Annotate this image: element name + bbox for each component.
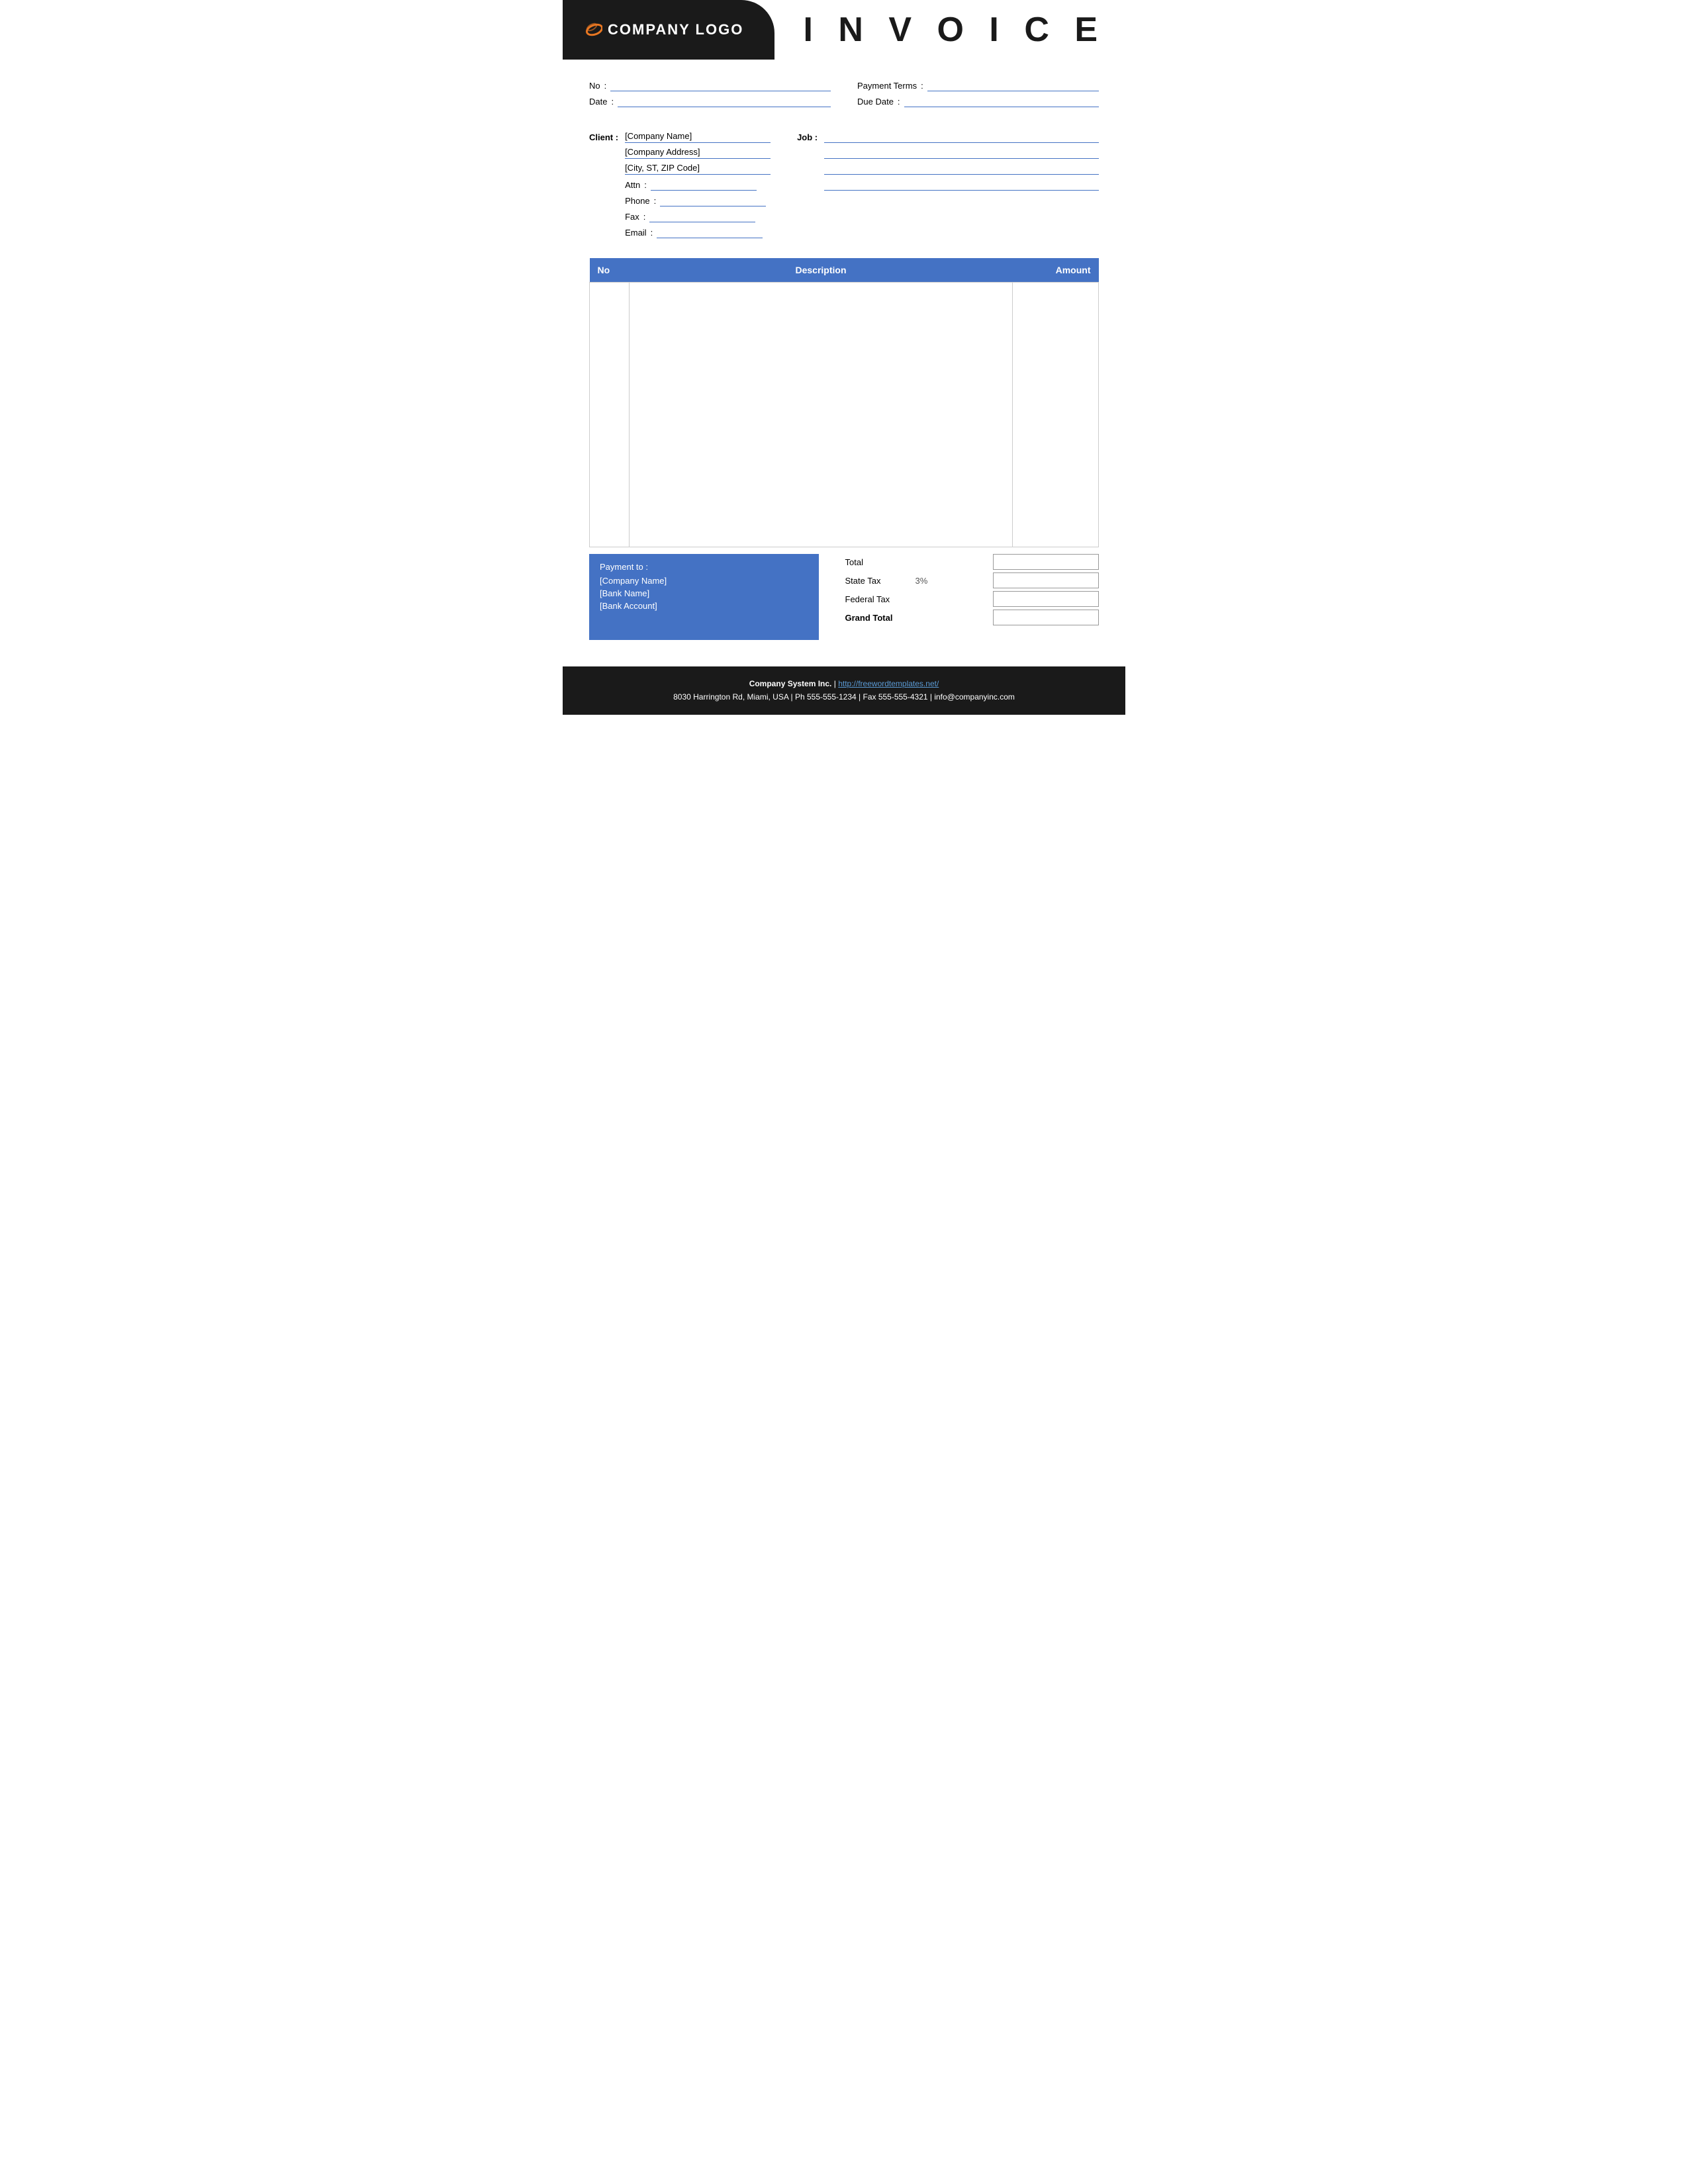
info-row-2: Date : Due Date :: [589, 95, 1099, 107]
client-fields: [Company Name] [Company Address] [City, …: [625, 131, 771, 238]
job-line-1: [824, 131, 1099, 143]
client-block: Client : [Company Name] [Company Address…: [589, 131, 771, 238]
no-field: No :: [589, 79, 831, 91]
date-field: Date :: [589, 95, 831, 107]
job-block: Job :: [797, 131, 1099, 238]
footer-section: Payment to : [Company Name] [Bank Name] …: [589, 554, 1099, 640]
federal-tax-value-box: [993, 591, 1099, 607]
row-amount: [1013, 283, 1099, 547]
state-tax-row: State Tax 3%: [845, 572, 1100, 588]
job-line-3: [824, 163, 1099, 175]
client-company-name-row: [Company Name]: [625, 131, 771, 143]
info-section: No : Payment Terms : Date : Due Date :: [563, 60, 1125, 124]
job-label: Job :: [797, 131, 818, 238]
client-address-row: [Company Address]: [625, 147, 771, 159]
footer-line-2: 8030 Harrington Rd, Miami, USA | Ph 555-…: [576, 690, 1112, 704]
table-header-row: No Description Amount: [590, 258, 1099, 283]
client-attn-row: Attn :: [625, 179, 771, 191]
total-row: Total: [845, 554, 1100, 570]
grand-total-value-box: [993, 610, 1099, 625]
no-colon: :: [604, 81, 607, 91]
payment-terms-label: Payment Terms: [857, 81, 917, 91]
info-row-1: No : Payment Terms :: [589, 79, 1099, 91]
page-header: COMPANY LOGO I N V O I C E: [563, 0, 1125, 60]
client-email-colon: :: [651, 228, 653, 238]
col-amount-header: Amount: [1013, 258, 1099, 283]
totals-block: Total State Tax 3% Federal Tax Grand Tot…: [845, 554, 1100, 625]
due-date-label: Due Date: [857, 97, 894, 107]
client-city-row: [City, ST, ZIP Code]: [625, 163, 771, 175]
client-fax-row: Fax :: [625, 210, 771, 222]
table-row: [590, 283, 1099, 547]
federal-tax-row: Federal Tax: [845, 591, 1100, 607]
payment-block: Payment to : [Company Name] [Bank Name] …: [589, 554, 819, 640]
job-line-2: [824, 147, 1099, 159]
payment-account: [Bank Account]: [600, 601, 808, 611]
client-address-line: [Company Address]: [625, 147, 771, 159]
client-fax-colon: :: [643, 212, 646, 222]
due-date-colon: :: [898, 97, 900, 107]
client-phone-row: Phone :: [625, 195, 771, 206]
client-attn-label: Attn: [625, 180, 640, 190]
state-tax-label: State Tax: [845, 576, 912, 586]
footer-website[interactable]: http://freewordtemplates.net/: [838, 679, 939, 688]
client-phone-value: [660, 195, 766, 206]
client-phone-colon: :: [654, 196, 657, 206]
client-city-line: [City, ST, ZIP Code]: [625, 163, 771, 175]
payment-terms-colon: :: [921, 81, 923, 91]
no-value-line: [610, 79, 831, 91]
page-footer: Company System Inc. | http://freewordtem…: [563, 666, 1125, 715]
state-tax-value-box: [993, 572, 1099, 588]
client-job-section: Client : [Company Name] [Company Address…: [563, 124, 1125, 251]
footer-company: Company System Inc.: [749, 679, 832, 688]
state-tax-pct: 3%: [915, 576, 928, 586]
client-attn-value: [651, 179, 757, 191]
date-colon: :: [611, 97, 614, 107]
client-company-name-line: [Company Name]: [625, 131, 771, 143]
no-label: No: [589, 81, 600, 91]
col-desc-header: Description: [630, 258, 1013, 283]
invoice-table: No Description Amount: [589, 258, 1099, 547]
client-attn-colon: :: [644, 180, 647, 190]
client-fax-value: [649, 210, 755, 222]
total-value-box: [993, 554, 1099, 570]
logo-swoosh-icon: [576, 21, 602, 39]
client-phone-label: Phone: [625, 196, 650, 206]
date-value-line: [618, 95, 831, 107]
client-fax-label: Fax: [625, 212, 639, 222]
invoice-title-block: I N V O I C E: [774, 0, 1125, 60]
state-tax-label-row: State Tax 3%: [845, 576, 931, 586]
logo-text: COMPANY LOGO: [576, 21, 743, 39]
grand-total-row: Grand Total: [845, 610, 1100, 625]
due-date-value-line: [904, 95, 1099, 107]
job-line-4: [824, 179, 1099, 191]
payment-bank: [Bank Name]: [600, 588, 808, 598]
total-label: Total: [845, 557, 912, 567]
federal-tax-label: Federal Tax: [845, 594, 912, 604]
payment-title: Payment to :: [600, 562, 808, 572]
client-label: Client :: [589, 131, 618, 238]
logo-block: COMPANY LOGO: [563, 0, 774, 60]
client-email-label: Email: [625, 228, 647, 238]
row-desc: [630, 283, 1013, 547]
payment-terms-value-line: [927, 79, 1099, 91]
footer-line-1: Company System Inc. | http://freewordtem…: [576, 677, 1112, 690]
invoice-title: I N V O I C E: [804, 10, 1106, 50]
due-date-field: Due Date :: [857, 95, 1099, 107]
table-header: No Description Amount: [590, 258, 1099, 283]
payment-company: [Company Name]: [600, 576, 808, 586]
grand-total-label: Grand Total: [845, 613, 912, 623]
date-label: Date: [589, 97, 607, 107]
row-no: [590, 283, 630, 547]
payment-terms-field: Payment Terms :: [857, 79, 1099, 91]
table-body: [590, 283, 1099, 547]
job-fields: [824, 131, 1099, 238]
col-no-header: No: [590, 258, 630, 283]
client-email-row: Email :: [625, 226, 771, 238]
client-email-value: [657, 226, 763, 238]
